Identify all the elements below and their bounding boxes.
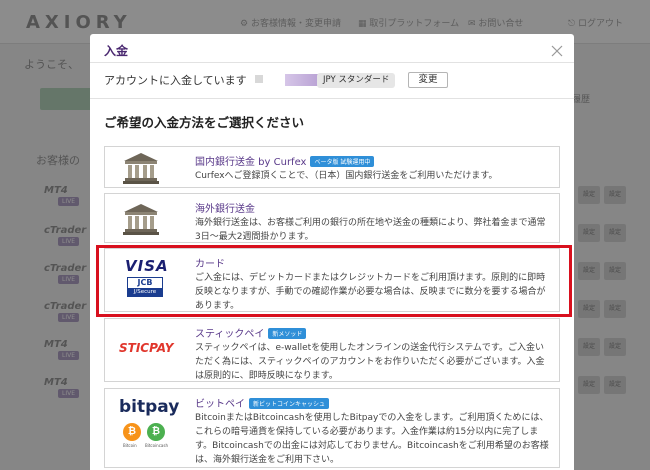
bitpay-logo: bitpay <box>119 397 180 417</box>
method-sticpay[interactable]: STICPAY スティックペイ 新メソッド スティックペイは、e-walletを使… <box>104 318 560 382</box>
close-button[interactable] <box>550 43 564 57</box>
highlight-box <box>96 245 572 317</box>
method-description: 海外銀行送金は、お客様ご利用の銀行の所在地や送金の種類により、弊社着金まで通常3… <box>195 218 546 242</box>
account-flag-icon <box>255 75 263 83</box>
change-account-button[interactable]: 変更 <box>408 72 448 88</box>
method-name: 国内銀行送金 by Curfex <box>195 157 307 168</box>
modal-title: 入金 <box>104 44 129 58</box>
method-bitpay[interactable]: bitpay ₿ ₿ Bitcoin Bitcoincash ビットペイ 新ビット… <box>104 388 560 468</box>
method-international-bank[interactable]: 海外銀行送金 海外銀行送金は、お客様ご利用の銀行の所在地や送金の種類により、弊社… <box>104 193 560 243</box>
method-description: BitcoinまたはBitcoincashを使用したBitpayでの入金をします… <box>195 413 549 465</box>
account-number-masked <box>285 74 319 86</box>
bitcoincash-label: Bitcoincash <box>145 443 168 448</box>
sticpay-logo: STICPAY <box>119 341 174 355</box>
divider <box>90 98 574 99</box>
method-description: スティックペイは、e-walletを使用したオンラインの送金代行システムです。ご… <box>195 343 545 381</box>
method-domestic-bank[interactable]: 国内銀行送金 by Curfex ベータ版 試験運用中 Curfexへご登録頂くこ… <box>104 146 560 188</box>
method-name: 海外銀行送金 <box>195 204 255 215</box>
new-bch-badge: 新ビットコインキャッシュ <box>249 398 330 409</box>
bitcoincash-icon: ₿ <box>147 423 165 441</box>
bank-icon <box>121 202 161 240</box>
method-name: ビットペイ <box>195 399 245 410</box>
bank-icon <box>121 151 161 189</box>
bitcoin-icon: ₿ <box>123 423 141 441</box>
beta-badge: ベータ版 試験運用中 <box>310 156 375 167</box>
close-icon <box>551 45 563 57</box>
account-label: アカウントに入金しています <box>104 74 247 87</box>
account-type-chip: JPY スタンダード <box>317 73 396 88</box>
divider <box>90 62 574 63</box>
select-method-heading: ご希望の入金方法をご選択ください <box>104 115 305 130</box>
bitpay-logos: bitpay ₿ ₿ Bitcoin Bitcoincash <box>119 397 179 457</box>
bitcoin-label: Bitcoin <box>123 443 137 448</box>
new-badge: 新メソッド <box>268 328 307 339</box>
method-name: スティックペイ <box>195 329 265 340</box>
method-description: Curfexへご登録頂くことで、（日本）国内銀行送金をご利用いただけます。 <box>195 171 498 181</box>
